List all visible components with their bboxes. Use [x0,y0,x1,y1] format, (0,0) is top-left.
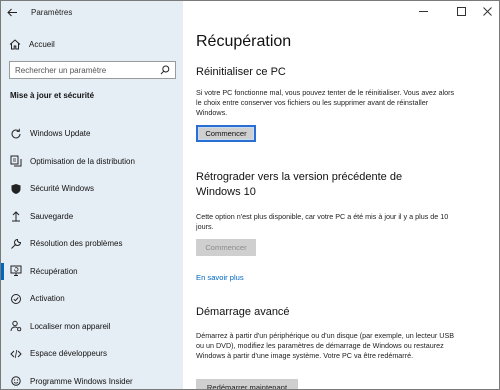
close-icon [482,6,492,16]
app-title: Paramètres [31,7,73,17]
back-arrow-icon [6,8,17,16]
back-button[interactable] [1,1,23,23]
learn-more-link[interactable]: En savoir plus [196,273,244,282]
minimize-button[interactable] [410,1,436,21]
advanced-startup-description: Démarrez à partir d'un périphérique ou d… [196,331,455,361]
section-title: Mise à jour et sécurité [10,91,95,100]
sidebar-nav: Windows Update Optimisation de la distri… [1,120,183,390]
sidebar-item-label: Localiser mon appareil [30,321,111,331]
recovery-icon [1,265,30,277]
sidebar-item-label: Résolution des problèmes [30,239,123,249]
sidebar-item-label: Sauvegarde [30,211,74,221]
sidebar-item-label: Windows Update [30,129,91,139]
sidebar-item-recovery[interactable]: Récupération [1,258,183,286]
shield-icon [1,183,30,195]
sidebar-item-label: Espace développeurs [30,349,107,359]
sidebar-item-find-device[interactable]: Localiser mon appareil [1,313,183,341]
wrench-icon [1,238,30,250]
home-label: Accueil [29,39,55,49]
page-title: Récupération [196,33,292,50]
sidebar-item-security[interactable]: Sécurité Windows [1,175,183,203]
insider-icon [1,375,30,387]
reset-heading: Réinitialiser ce PC [196,66,286,78]
sidebar-item-label: Récupération [30,266,78,276]
sidebar-item-distribution[interactable]: Optimisation de la distribution [1,148,183,176]
sidebar-item-label: Sécurité Windows [30,184,95,194]
advanced-startup-heading: Démarrage avancé [196,306,290,318]
rollback-start-button[interactable]: Commencer [196,239,256,256]
activation-icon [1,293,30,305]
developer-icon [1,348,30,360]
reset-description: Si votre PC fonctionne mal, vous pouvez … [196,88,455,118]
sidebar-home[interactable]: Accueil [1,34,183,54]
settings-window: Paramètres Accueil Mise à jour et sécuri… [0,0,500,390]
backup-icon [1,210,30,222]
sidebar-item-label: Optimisation de la distribution [30,156,135,166]
home-icon [1,38,29,50]
sidebar-item-label: Programme Windows Insider [30,376,133,386]
maximize-icon [456,6,466,16]
sidebar-item-label: Activation [30,294,65,304]
maximize-button[interactable] [448,1,474,21]
sidebar-item-developers[interactable]: Espace développeurs [1,340,183,368]
restart-now-button[interactable]: Redémarrer maintenant [196,379,298,389]
sidebar-item-backup[interactable]: Sauvegarde [1,203,183,231]
search-input[interactable] [15,65,160,75]
window-controls [183,1,499,23]
reset-start-button[interactable]: Commencer [196,125,256,142]
rollback-heading: Rétrograder vers la version précédente d… [196,171,403,198]
sidebar-item-troubleshoot[interactable]: Résolution des problèmes [1,230,183,258]
distribution-icon [1,155,30,167]
sidebar-item-activation[interactable]: Activation [1,285,183,313]
person-location-icon [1,320,30,332]
sidebar: Paramètres Accueil Mise à jour et sécuri… [1,1,183,390]
search-box[interactable] [9,61,176,79]
close-button[interactable] [474,1,499,21]
sidebar-item-windows-update[interactable]: Windows Update [1,120,183,148]
minimize-icon [418,10,428,12]
rollback-description: Cette option n'est plus disponible, car … [196,212,449,232]
search-icon[interactable] [160,65,170,75]
title-bar: Paramètres [1,1,183,23]
sidebar-item-insider[interactable]: Programme Windows Insider [1,368,183,390]
refresh-icon [1,128,30,140]
